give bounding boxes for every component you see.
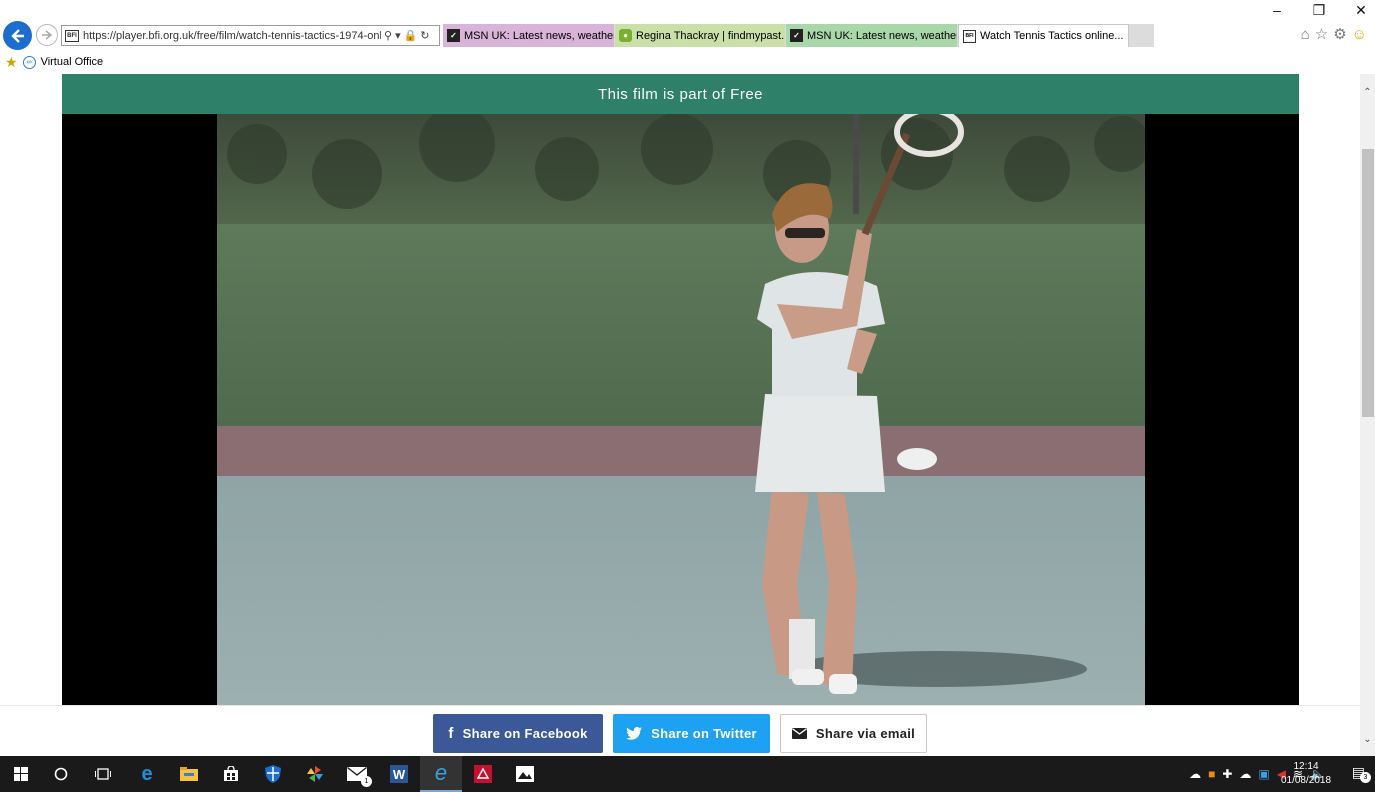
address-bar[interactable]: BFI https://player.bfi.org.uk/free/film/…: [61, 25, 440, 46]
envelope-icon: [791, 728, 807, 739]
photo-viewer-icon[interactable]: [504, 756, 546, 792]
windows-taskbar: e 1 W e ☁ ■ ✚ ☁ ▣ ◀ ≋ 🔈 12:14 01/08/2018…: [0, 756, 1375, 792]
back-button[interactable]: [3, 21, 32, 50]
share-twitter-label: Share on Twitter: [651, 726, 757, 741]
mail-icon[interactable]: 1: [336, 756, 378, 792]
file-explorer-icon[interactable]: [168, 756, 210, 792]
url-text[interactable]: https://player.bfi.org.uk/free/film/watc…: [83, 30, 381, 42]
msn-favicon-icon: ✓: [447, 29, 460, 42]
share-email-label: Share via email: [815, 726, 916, 741]
virtual-office-icon: ∞: [22, 55, 36, 69]
lock-icon[interactable]: 🔒: [404, 29, 418, 42]
page-scrollbar[interactable]: ⌃ ⌄: [1360, 74, 1375, 756]
windows-start-icon[interactable]: [0, 756, 42, 792]
pdf-app-icon[interactable]: [462, 756, 504, 792]
dropdown-icon[interactable]: ▾: [395, 29, 401, 42]
msn-favicon-icon: ✓: [790, 29, 803, 42]
tab-label: MSN UK: Latest news, weather,...: [807, 29, 958, 42]
defender-shield-icon[interactable]: [252, 756, 294, 792]
tab-label: Regina Thackray | findmypast....: [636, 29, 786, 42]
store-icon[interactable]: [210, 756, 252, 792]
action-center-icon[interactable]: ▤ 3: [1352, 764, 1371, 783]
tray-app-orange-icon[interactable]: ■: [1208, 767, 1215, 781]
bfi-favicon-icon: BFI: [963, 29, 976, 43]
tab-msn-1[interactable]: ✓ MSN UK: Latest news, weather,...: [443, 24, 615, 47]
mail-count-badge: 1: [361, 776, 372, 787]
share-email-button[interactable]: Share via email: [780, 714, 927, 753]
chevron-down-icon[interactable]: ⌄: [1360, 731, 1375, 748]
twitter-bird-icon: [626, 727, 643, 740]
browser-chrome: – ❐ ✕ BFI https://player.bfi.org.uk/free…: [0, 0, 1375, 74]
tab-findmypast[interactable]: ● Regina Thackray | findmypast....: [615, 24, 786, 47]
taskbar-clock[interactable]: 12:14 01/08/2018: [1279, 760, 1333, 788]
scroll-thumb[interactable]: [1362, 149, 1374, 417]
share-facebook-button[interactable]: f Share on Facebook: [433, 714, 603, 753]
arrow-left-icon: [10, 28, 24, 43]
search-circle-icon[interactable]: [40, 756, 82, 792]
favorite-virtual-office[interactable]: Virtual Office: [41, 56, 104, 68]
close-icon[interactable]: ✕: [1353, 2, 1369, 19]
facebook-icon: f: [448, 725, 454, 742]
tab-bfi-active[interactable]: BFI Watch Tennis Tactics online... ✕: [958, 24, 1129, 47]
share-facebook-label: Share on Facebook: [462, 726, 588, 741]
edge-browser-icon[interactable]: e: [126, 756, 168, 792]
favorites-star-icon[interactable]: ☆: [1315, 25, 1328, 43]
onedrive-icon[interactable]: ☁: [1239, 767, 1251, 781]
photos-pinwheel-icon[interactable]: [294, 756, 336, 792]
tray-shield-icon[interactable]: ✚: [1222, 767, 1232, 781]
search-icon[interactable]: ⚲: [384, 29, 392, 42]
restore-icon[interactable]: ❐: [1311, 2, 1327, 19]
home-icon[interactable]: ⌂: [1301, 26, 1310, 43]
refresh-icon[interactable]: ↻: [420, 29, 429, 42]
internet-explorer-icon[interactable]: e: [420, 756, 462, 792]
feedback-smiley-icon[interactable]: ☺: [1352, 26, 1367, 43]
svg-text:W: W: [393, 767, 406, 782]
favorites-add-icon[interactable]: ★: [5, 54, 18, 71]
tab-msn-2[interactable]: ✓ MSN UK: Latest news, weather,...: [786, 24, 958, 47]
forward-button[interactable]: [36, 24, 58, 46]
page-content: This film is part of Free f Share on Fac…: [0, 74, 1360, 756]
word-icon[interactable]: W: [378, 756, 420, 792]
tray-network-app-icon[interactable]: ▣: [1258, 767, 1269, 781]
browser-tools: ⌂ ☆ ⚙ ☺: [1301, 25, 1367, 44]
share-bar: f Share on Facebook Share on Twitter Sha…: [0, 705, 1360, 756]
video-still-image: [217, 114, 1145, 705]
task-view-icon[interactable]: [82, 756, 124, 792]
window-controls: – ❐ ✕: [1269, 2, 1369, 19]
bfi-favicon-icon: BFI: [65, 29, 79, 42]
video-player[interactable]: [62, 114, 1299, 705]
chevron-up-icon[interactable]: ⌃: [1360, 84, 1375, 101]
favorites-bar: ★ ∞ Virtual Office: [0, 52, 103, 72]
clock-time: 12:14: [1293, 761, 1319, 772]
tab-label: MSN UK: Latest news, weather,...: [464, 29, 615, 42]
cloud-upload-icon[interactable]: ☁: [1189, 767, 1201, 781]
notification-count-badge: 3: [1360, 772, 1371, 783]
collection-banner: This film is part of Free: [62, 74, 1299, 114]
tab-strip: ✓ MSN UK: Latest news, weather,... ● Reg…: [443, 24, 1154, 47]
tab-label: Watch Tennis Tactics online...: [980, 30, 1124, 42]
new-tab-button[interactable]: [1129, 24, 1154, 47]
arrow-right-icon: [42, 30, 53, 40]
share-twitter-button[interactable]: Share on Twitter: [613, 714, 770, 753]
gear-icon[interactable]: ⚙: [1333, 25, 1346, 43]
findmypast-favicon-icon: ●: [619, 29, 632, 42]
minimize-icon[interactable]: –: [1269, 2, 1285, 19]
clock-date: 01/08/2018: [1280, 775, 1332, 786]
video-frame[interactable]: [217, 114, 1145, 705]
